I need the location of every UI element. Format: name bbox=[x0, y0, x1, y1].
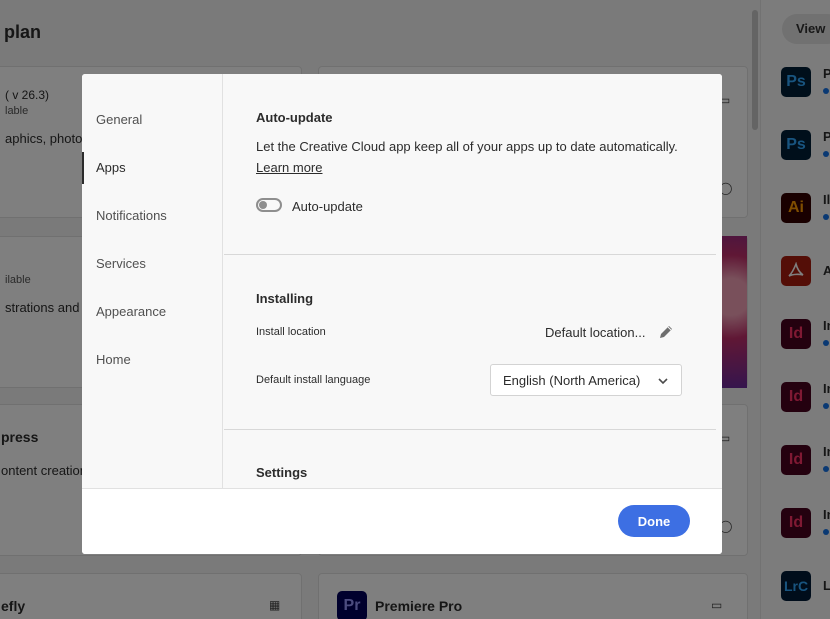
auto-update-section: Auto-update Let the Creative Cloud app k… bbox=[224, 74, 716, 255]
nav-item-general[interactable]: General bbox=[82, 104, 223, 136]
install-location-value: Default location... bbox=[545, 325, 646, 340]
section-title: Auto-update bbox=[256, 110, 333, 125]
section-title: Settings bbox=[256, 465, 308, 480]
nav-item-apps[interactable]: Apps bbox=[82, 152, 223, 184]
chevron-down-icon bbox=[658, 378, 668, 385]
install-language-label: Default install language bbox=[256, 374, 371, 386]
preferences-content: Auto-update Let the Creative Cloud app k… bbox=[224, 74, 722, 488]
install-location-label: Install location bbox=[256, 326, 326, 338]
auto-update-toggle[interactable] bbox=[256, 198, 282, 212]
install-language-value: English (North America) bbox=[503, 373, 641, 388]
installing-section: Installing Install location Default loca… bbox=[224, 255, 716, 430]
auto-update-description: Let the Creative Cloud app keep all of y… bbox=[256, 139, 678, 154]
pencil-icon[interactable] bbox=[657, 323, 675, 341]
dialog-footer: Done bbox=[82, 488, 722, 554]
settings-section: Settings bbox=[224, 430, 716, 488]
nav-item-services[interactable]: Services bbox=[82, 248, 223, 280]
toggle-knob bbox=[259, 201, 267, 209]
preferences-nav: General Apps Notifications Services Appe… bbox=[82, 74, 223, 488]
install-language-dropdown[interactable]: English (North America) bbox=[490, 364, 682, 396]
section-title: Installing bbox=[256, 291, 314, 306]
preferences-dialog: General Apps Notifications Services Appe… bbox=[82, 74, 722, 554]
done-button[interactable]: Done bbox=[618, 505, 690, 537]
nav-item-notifications[interactable]: Notifications bbox=[82, 200, 223, 232]
nav-item-home[interactable]: Home bbox=[82, 344, 223, 376]
learn-more-link[interactable]: Learn more bbox=[256, 160, 322, 175]
nav-item-appearance[interactable]: Appearance bbox=[82, 296, 223, 328]
auto-update-toggle-label: Auto-update bbox=[292, 199, 363, 214]
